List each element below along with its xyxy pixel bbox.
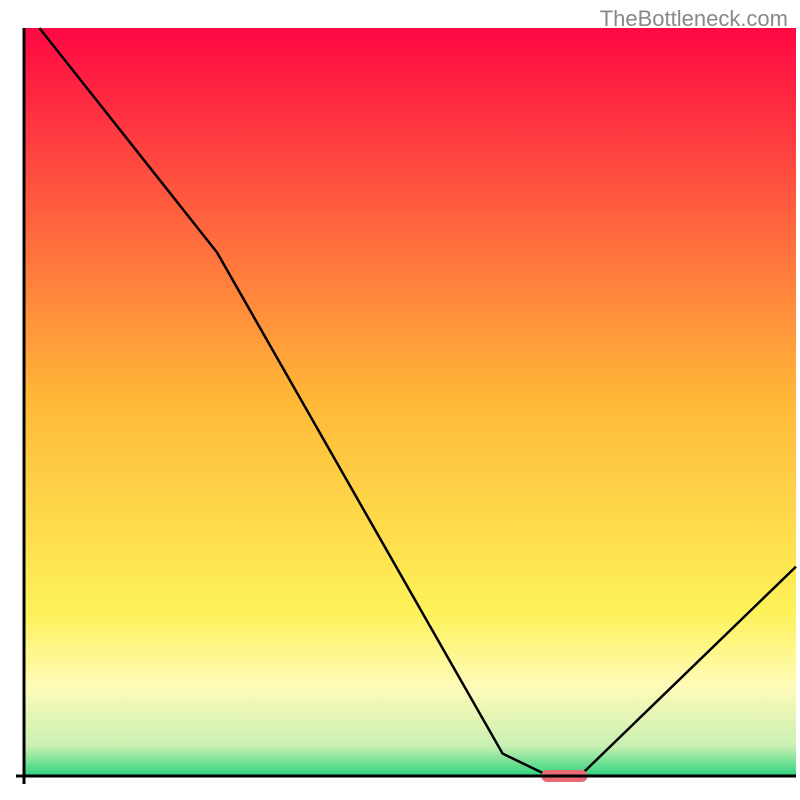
chart-container: TheBottleneck.com [0, 0, 800, 800]
watermark-text: TheBottleneck.com [600, 6, 788, 32]
plot-background [24, 28, 796, 776]
bottleneck-chart [0, 0, 800, 800]
